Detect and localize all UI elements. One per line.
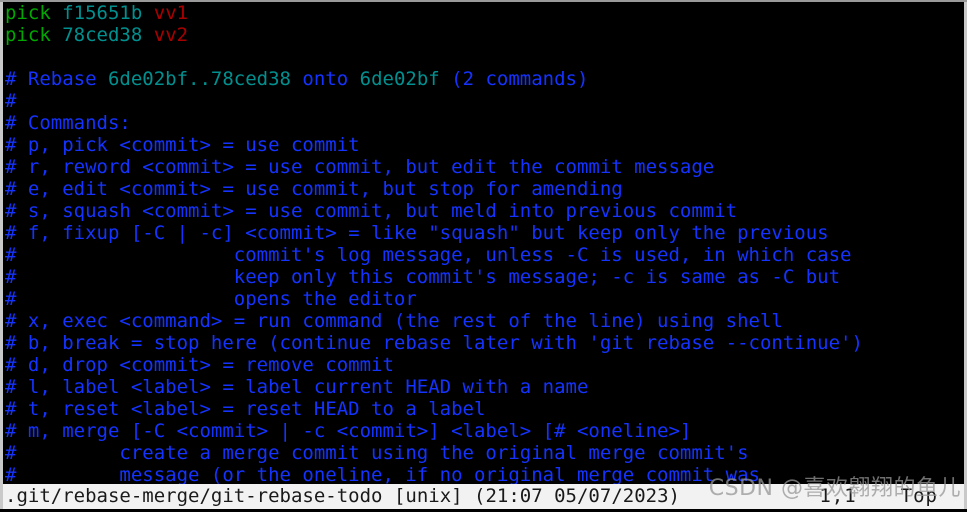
todo-entry-row[interactable]: pick 78ced38 vv2 (3, 24, 964, 46)
vim-text-buffer[interactable]: pick f15651b vv1 pick 78ced38 vv2 # Reba… (3, 2, 964, 486)
comment-line: # (5, 90, 17, 112)
status-filename: .git/rebase-merge/git-rebase-todo (5, 485, 383, 507)
rebase-header-line: # Rebase 6de02bf..78ced38 onto 6de02bf (… (3, 68, 964, 90)
commit-hash: 78ced38 (62, 24, 143, 46)
command-help-break: # b, break = stop here (continue rebase … (5, 332, 863, 354)
command-help-exec: # x, exec <command> = run command (the r… (5, 310, 783, 332)
commands-heading: # Commands: (5, 112, 131, 134)
status-fileformat: [unix] (393, 485, 463, 507)
command-help-fixup: # f, fixup [-C | -c] <commit> = like "sq… (5, 222, 829, 244)
command-help-squash: # s, squash <commit> = use commit, but m… (5, 200, 738, 222)
status-ruler: 1,1 Top (819, 484, 964, 509)
vim-status-bar: .git/rebase-merge/git-rebase-todo [unix]… (3, 484, 964, 509)
command-help-merge-cont: # create a merge commit using the origin… (5, 442, 749, 464)
command-help-fixup-cont: # keep only this commit's message; -c is… (5, 266, 841, 288)
commit-subject: vv2 (153, 24, 189, 46)
cursor-position: 1,1 (819, 485, 857, 507)
terminal-window: pick f15651b vv1 pick 78ced38 vv2 # Reba… (0, 0, 967, 512)
status-timestamp: (21:07 05/07/2023) (474, 485, 680, 507)
command-help-merge-cont: # message (or the oneline, if no origina… (5, 464, 760, 486)
command-help-reset: # t, reset <label> = reset HEAD to a lab… (5, 398, 486, 420)
command-help-fixup-cont: # opens the editor (5, 288, 417, 310)
pick-keyword: pick (5, 2, 51, 24)
rebase-header-prefix: # Rebase (5, 68, 108, 90)
command-help-merge: # m, merge [-C <commit> | -c <commit>] <… (5, 420, 692, 442)
scroll-position: Top (900, 485, 938, 507)
rebase-range: 6de02bf..78ced38 (107, 68, 291, 90)
command-help-pick: # p, pick <commit> = use commit (5, 134, 360, 156)
todo-entry-row[interactable]: pick f15651b vv1 (3, 2, 964, 24)
pick-keyword: pick (5, 24, 51, 46)
command-help-fixup-cont: # commit's log message, unless -C is use… (5, 244, 852, 266)
rebase-header-middle: onto (290, 68, 360, 90)
rebase-onto-hash: 6de02bf (359, 68, 440, 90)
command-help-reword: # r, reword <commit> = use commit, but e… (5, 156, 715, 178)
commit-hash: f15651b (62, 2, 143, 24)
command-help-drop: # d, drop <commit> = remove commit (5, 354, 394, 376)
window-frame-top (0, 0, 967, 2)
command-help-label: # l, label <label> = label current HEAD … (5, 376, 589, 398)
commit-subject: vv1 (153, 2, 189, 24)
window-frame-left (0, 0, 3, 512)
command-help-edit: # e, edit <commit> = use commit, but sto… (5, 178, 623, 200)
rebase-command-count: (2 commands) (439, 68, 589, 90)
